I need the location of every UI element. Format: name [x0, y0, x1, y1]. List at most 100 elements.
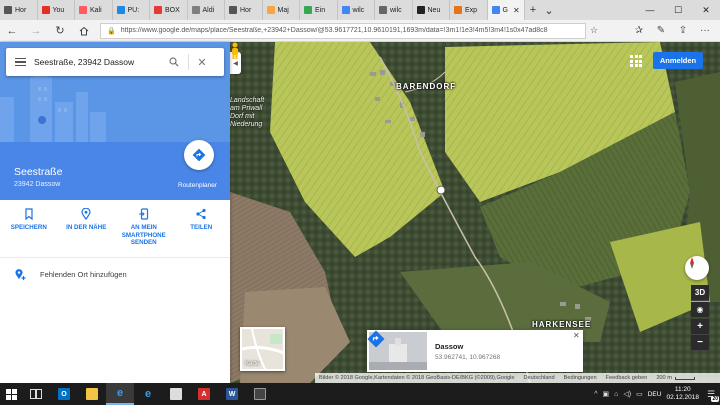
- tab-favicon-icon: [341, 6, 350, 14]
- my-location-button[interactable]: ◉: [691, 302, 709, 318]
- close-card-icon[interactable]: ✕: [573, 331, 580, 340]
- volume-icon[interactable]: ◁): [623, 390, 631, 398]
- browser-tab[interactable]: wilc: [375, 0, 413, 20]
- google-apps-button[interactable]: [629, 54, 643, 68]
- compass-button[interactable]: [685, 256, 709, 280]
- tab-overflow-button[interactable]: ⌄: [541, 0, 557, 20]
- action-nearby[interactable]: IN DER NÄHE: [58, 200, 116, 257]
- zoom-in-button[interactable]: +: [691, 319, 709, 335]
- taskbar-ie[interactable]: e: [134, 383, 162, 405]
- location-target-icon: ◉: [696, 305, 704, 314]
- tray-chevron-up-icon[interactable]: ^: [594, 391, 597, 398]
- zoom-out-button[interactable]: −: [691, 335, 709, 351]
- taskbar-word[interactable]: W: [218, 383, 246, 405]
- task-view-button[interactable]: [22, 383, 50, 405]
- search-button[interactable]: [166, 54, 182, 70]
- 3d-toggle-button[interactable]: 3D: [691, 285, 709, 301]
- browser-tab[interactable]: Kali: [75, 0, 113, 20]
- outlook-icon: O: [58, 388, 70, 400]
- signin-button[interactable]: Anmelden: [653, 52, 703, 69]
- directions-diamond-icon[interactable]: [367, 330, 385, 348]
- tab-title: Ein: [315, 6, 326, 14]
- taskbar-calculator[interactable]: [246, 383, 274, 405]
- windows-logo-icon: [5, 388, 17, 400]
- action-send-label: AN MEIN SMARTPHONE SENDEN: [121, 224, 166, 246]
- chevron-left-icon: ◀: [233, 60, 238, 67]
- route-planner-button[interactable]: [184, 140, 214, 170]
- system-tray: ^ ▣ ⌂ ◁) ▭ DEU 11:20 02.12.2018 ☰ 20: [594, 386, 720, 402]
- village-label-harkensee: HARKENSEE: [532, 320, 592, 329]
- taskbar-explorer[interactable]: [78, 383, 106, 405]
- share-browser-icon[interactable]: ⇪: [672, 25, 694, 36]
- language-indicator[interactable]: DEU: [648, 391, 662, 398]
- address-bar[interactable]: 🔒 https://www.google.de/maps/place/Seest…: [100, 22, 586, 39]
- browser-tab[interactable]: G ✕: [487, 0, 525, 20]
- menu-hamburger-icon[interactable]: [6, 57, 34, 67]
- tab-favicon-icon: [304, 6, 312, 14]
- favorites-hub-icon[interactable]: ✰: [628, 25, 650, 36]
- bookmark-icon: [25, 208, 33, 220]
- notification-count: 20: [711, 396, 719, 402]
- scale-bar[interactable]: 200 m: [656, 375, 695, 381]
- country-link[interactable]: Deutschland: [524, 375, 555, 381]
- browser-tab[interactable]: Exp: [450, 0, 488, 20]
- tab-title: You: [52, 6, 65, 14]
- tab-title: Maj: [277, 6, 289, 14]
- close-window-button[interactable]: ✕: [692, 0, 720, 20]
- maximize-button[interactable]: ☐: [664, 0, 692, 20]
- browser-tab[interactable]: Ein: [300, 0, 338, 20]
- browser-tab[interactable]: Aldi: [188, 0, 225, 20]
- pegman-icon[interactable]: [230, 42, 240, 60]
- place-hero-illustration: ✕: [0, 42, 230, 142]
- browser-tab[interactable]: Hor: [0, 0, 38, 20]
- location-info-card[interactable]: Dassow 53.962741, 10.967268 ✕: [367, 330, 583, 372]
- browser-tab[interactable]: Hor: [225, 0, 263, 20]
- home-button[interactable]: [72, 20, 96, 42]
- place-panel: ✕ Seestraße 23942 Dassow Routenplaner SP…: [0, 42, 230, 383]
- tab-favicon-icon: [191, 6, 200, 14]
- action-send-to-phone[interactable]: AN MEIN SMARTPHONE SENDEN: [115, 200, 173, 257]
- back-button[interactable]: ←: [0, 20, 24, 42]
- clock[interactable]: 11:20 02.12.2018: [666, 386, 699, 402]
- taskbar-acrobat[interactable]: A: [190, 383, 218, 405]
- more-menu-icon[interactable]: ···: [694, 25, 716, 36]
- store-bag-icon: [170, 388, 182, 400]
- network-icon[interactable]: ⌂: [614, 391, 618, 398]
- add-missing-place[interactable]: Fehlenden Ort hinzufügen: [0, 258, 230, 290]
- browser-tab[interactable]: Neu: [413, 0, 450, 20]
- pdf-icon: A: [198, 388, 210, 400]
- tab-close-icon[interactable]: ✕: [513, 6, 520, 15]
- action-share[interactable]: TEILEN: [173, 200, 231, 257]
- place-subtitle: 23942 Dassow: [14, 181, 61, 188]
- home-icon: [79, 26, 89, 35]
- battery-icon[interactable]: ▭: [636, 390, 643, 398]
- refresh-icon: ↻: [55, 25, 65, 37]
- satellite-map[interactable]: BARENDORF HARKENSEE Landschaft am Priwal…: [230, 42, 720, 383]
- browser-tab[interactable]: You: [38, 0, 75, 20]
- new-tab-button[interactable]: +: [525, 0, 541, 20]
- taskbar-edge[interactable]: e: [106, 383, 134, 405]
- taskbar-store[interactable]: [162, 383, 190, 405]
- clear-search-icon[interactable]: ✕: [195, 56, 209, 69]
- action-save[interactable]: SPEICHERN: [0, 200, 58, 257]
- compass-icon: [690, 257, 694, 269]
- refresh-button[interactable]: ↻: [48, 20, 72, 42]
- taskbar-outlook[interactable]: O: [50, 383, 78, 405]
- start-button[interactable]: [0, 383, 22, 405]
- browser-tab[interactable]: wilc: [338, 0, 375, 20]
- feedback-link[interactable]: Feedback geben: [606, 375, 648, 381]
- search-input[interactable]: [34, 57, 164, 67]
- map-layer-switch[interactable]: Karte: [240, 327, 285, 371]
- tray-app-icon[interactable]: ▣: [603, 390, 610, 398]
- favorite-star-icon[interactable]: ☆: [590, 25, 598, 36]
- browser-tab[interactable]: Maj: [263, 0, 300, 20]
- browser-tab[interactable]: PU:: [113, 0, 150, 20]
- browser-tab[interactable]: BOX: [150, 0, 188, 20]
- word-icon: W: [226, 388, 238, 400]
- terms-link[interactable]: Bedingungen: [564, 375, 597, 381]
- tab-title: Kali: [90, 6, 102, 14]
- minimize-button[interactable]: —: [636, 0, 664, 20]
- action-center-button[interactable]: ☰ 20: [704, 387, 719, 402]
- forward-button[interactable]: →: [24, 20, 48, 42]
- notes-pen-icon[interactable]: ✎: [650, 25, 672, 36]
